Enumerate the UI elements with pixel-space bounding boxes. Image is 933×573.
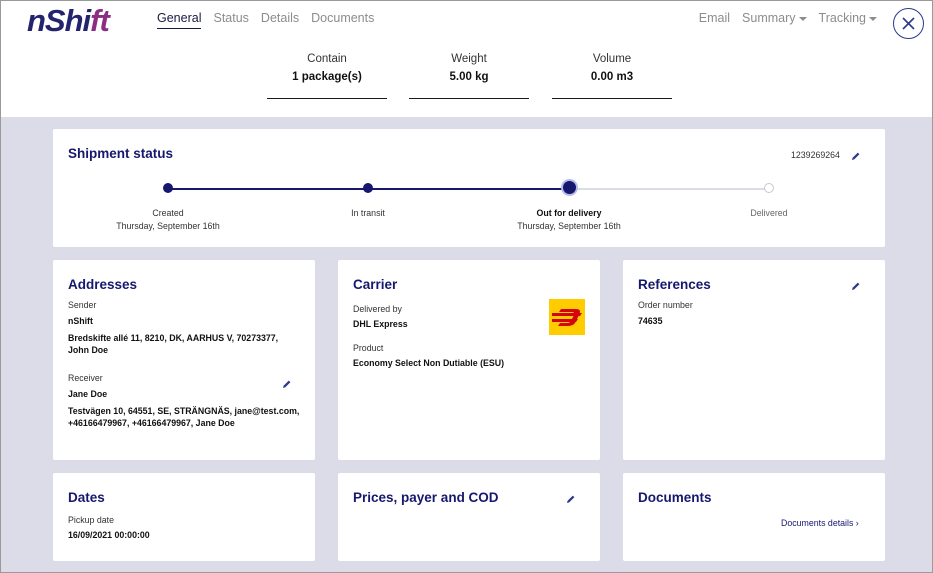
receiver-address-line: Testvägen 10, 64551, SE, STRÄNGNÄS, jane…: [68, 406, 300, 416]
step-delivered: Delivered: [689, 207, 849, 220]
close-icon: [902, 17, 915, 30]
dhl-logo: [549, 299, 585, 335]
tab-details[interactable]: Details: [261, 11, 299, 29]
tracking-number: 1239269264: [791, 150, 840, 160]
tab-documents[interactable]: Documents: [311, 11, 374, 29]
delivered-by-label: Delivered by: [353, 304, 402, 314]
pencil-icon[interactable]: [282, 379, 292, 389]
order-number-value: 74635: [638, 316, 663, 326]
sender-label: Sender: [68, 300, 97, 310]
tab-general[interactable]: General: [157, 11, 202, 29]
card-title: Documents: [638, 490, 712, 505]
tracking-label: Tracking: [818, 11, 866, 25]
product-label: Product: [353, 343, 384, 353]
sender-address-line: Bredskifte allé 11, 8210, DK, AARHUS V, …: [68, 333, 279, 343]
step-date: Thursday, September 16th: [517, 221, 621, 231]
receiver-address: Testvägen 10, 64551, SE, STRÄNGNÄS, jane…: [68, 406, 313, 429]
pencil-icon[interactable]: [566, 494, 576, 504]
pencil-icon[interactable]: [851, 151, 861, 161]
summary-value: 5.00 kg: [449, 71, 489, 83]
pencil-icon[interactable]: [851, 281, 861, 291]
card-title: Dates: [68, 490, 105, 505]
receiver-label: Receiver: [68, 373, 103, 383]
summary-value: 1 package(s): [292, 71, 362, 83]
tab-status[interactable]: Status: [213, 11, 248, 29]
card-title: Prices, payer and COD: [353, 490, 499, 505]
addresses-card: Addresses Sender nShift Bredskifte allé …: [53, 260, 315, 460]
step-label: Created: [152, 208, 184, 218]
shipment-status-card: Shipment status 1239269264 Created Thurs…: [53, 129, 885, 247]
step-created: Created Thursday, September 16th: [88, 207, 248, 233]
pickup-date-value: 16/09/2021 00:00:00: [68, 530, 150, 540]
step-out-for-delivery: Out for delivery Thursday, September 16t…: [489, 207, 649, 233]
summary-label: Weight: [451, 53, 487, 65]
card-title: Carrier: [353, 277, 398, 292]
sender-name: nShift: [68, 316, 93, 326]
step-dot-out-for-delivery: [563, 181, 576, 194]
right-nav: Email Summary Tracking: [699, 11, 877, 25]
shipment-window: nShift General Status Details Documents …: [0, 0, 933, 573]
step-label: Delivered: [750, 208, 788, 218]
progress-line-pending: [569, 188, 769, 190]
step-label: In transit: [351, 208, 385, 218]
sender-address: Bredskifte allé 11, 8210, DK, AARHUS V, …: [68, 333, 308, 356]
dates-card: Dates Pickup date 16/09/2021 00:00:00: [53, 473, 315, 561]
references-card: References Order number 74635: [623, 260, 885, 460]
step-dot-in-transit: [363, 183, 373, 193]
sender-address-line: John Doe: [68, 344, 109, 355]
dhl-mark-icon: [552, 309, 582, 326]
step-in-transit: In transit: [288, 207, 448, 220]
summary-dropdown[interactable]: Summary: [742, 11, 807, 25]
step-date: Thursday, September 16th: [116, 221, 220, 231]
summary-label: Contain: [307, 53, 347, 65]
close-button[interactable]: [893, 8, 924, 39]
content-area: Shipment status 1239269264 Created Thurs…: [1, 117, 932, 572]
receiver-address-line: +46166479967, +46166479967, Jane Doe: [68, 417, 235, 428]
nshift-logo: nShift: [27, 3, 110, 38]
documents-details-link[interactable]: Documents details ›: [781, 518, 859, 528]
summary-value: 0.00 m3: [590, 71, 634, 83]
card-title: References: [638, 277, 711, 292]
summary-weight: Weight 5.00 kg: [409, 53, 529, 99]
carrier-card: Carrier Delivered by DHL Express Product…: [338, 260, 600, 460]
summary-label: Volume: [592, 53, 632, 65]
chevron-down-icon: [798, 16, 807, 21]
card-title: Addresses: [68, 277, 138, 292]
email-link[interactable]: Email: [699, 11, 730, 25]
main-tabs: General Status Details Documents: [157, 11, 374, 29]
order-number-label: Order number: [638, 300, 693, 310]
tracking-dropdown[interactable]: Tracking: [819, 11, 877, 25]
pickup-date-label: Pickup date: [68, 515, 114, 525]
card-title: Shipment status: [68, 146, 174, 161]
documents-card: Documents Documents details ›: [623, 473, 885, 561]
delivered-by-value: DHL Express: [353, 319, 408, 329]
step-dot-created: [163, 183, 173, 193]
receiver-name: Jane Doe: [68, 389, 108, 399]
product-value: Economy Select Non Dutiable (ESU): [353, 358, 505, 368]
step-label: Out for delivery: [536, 208, 602, 218]
prices-card: Prices, payer and COD: [338, 473, 600, 561]
summary-volume: Volume 0.00 m3: [552, 53, 672, 99]
chevron-down-icon: [869, 16, 877, 21]
summary-label: Summary: [742, 11, 796, 25]
summary-contain: Contain 1 package(s): [267, 53, 387, 99]
step-dot-delivered: [764, 183, 774, 193]
